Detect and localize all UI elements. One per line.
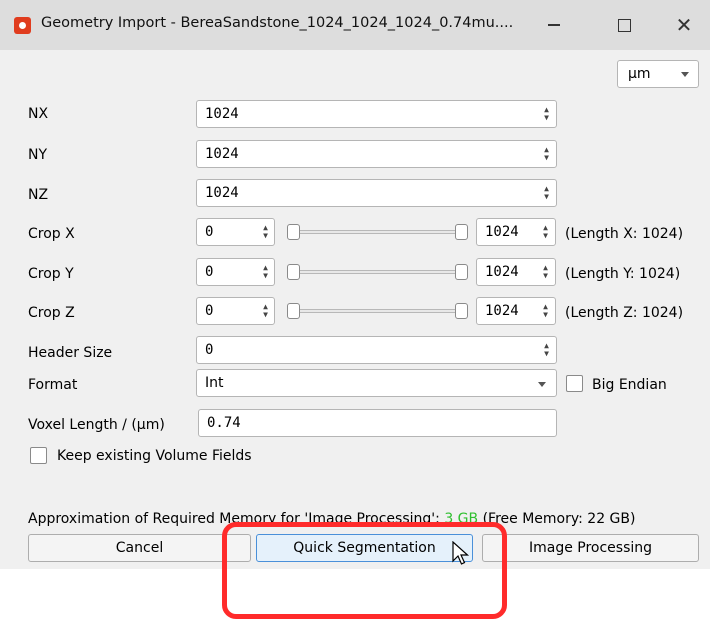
slider-min-handle[interactable] [287, 224, 300, 240]
crop-x-length: (Length X: 1024) [565, 226, 684, 242]
voxel-length-value: 0.74 [207, 415, 241, 431]
slider-groove [293, 270, 462, 274]
crop-x-start-field[interactable]: 0 ▲ ▼ [196, 218, 275, 246]
spinner-arrows-icon[interactable]: ▲ ▼ [537, 101, 556, 127]
memory-estimate: Approximation of Required Memory for 'Im… [28, 511, 635, 527]
spinner-arrows-icon[interactable]: ▲ ▼ [257, 259, 274, 285]
voxel-length-label: Voxel Length / (µm) [28, 417, 165, 433]
dialog-body: µm NX 1024 ▲ ▼ NY 1024 ▲ ▼ NZ 1024 ▲ ▼ Crop… [0, 50, 710, 619]
slider-groove [293, 309, 462, 313]
crop-y-length: (Length Y: 1024) [565, 266, 681, 282]
window-title: Geometry Import - BereaSandstone_1024_10… [41, 15, 514, 31]
spinner-arrows-icon[interactable]: ▲ ▼ [537, 337, 556, 363]
crop-x-end-field[interactable]: 1024 ▲ ▼ [476, 218, 556, 246]
crop-z-end-value: 1024 [485, 303, 519, 319]
ny-value: 1024 [205, 146, 239, 162]
nx-field[interactable]: 1024 ▲ ▼ [196, 100, 557, 128]
nx-value: 1024 [205, 106, 239, 122]
memory-required: 3 GB [444, 511, 479, 527]
close-icon[interactable]: ✕ [660, 0, 708, 50]
app-logo-icon [14, 17, 31, 34]
crop-z-label: Crop Z [28, 305, 75, 321]
crop-y-label: Crop Y [28, 266, 74, 282]
spinner-arrows-icon[interactable]: ▲ ▼ [257, 219, 274, 245]
ny-label: NY [28, 147, 48, 163]
spinner-arrows-icon[interactable]: ▲ ▼ [536, 298, 555, 324]
minimize-icon[interactable] [530, 0, 578, 50]
memory-free: (Free Memory: 22 GB) [478, 511, 636, 527]
ny-field[interactable]: 1024 ▲ ▼ [196, 140, 557, 168]
unit-selector-value: µm [628, 66, 651, 82]
quick-segmentation-button[interactable]: Quick Segmentation [256, 534, 473, 562]
crop-x-label: Crop X [28, 226, 75, 242]
crop-x-end-value: 1024 [485, 224, 519, 240]
crop-y-start-value: 0 [205, 264, 214, 280]
slider-min-handle[interactable] [287, 264, 300, 280]
unit-selector[interactable]: µm [617, 60, 699, 88]
format-select[interactable]: Int [196, 369, 557, 397]
slider-min-handle[interactable] [287, 303, 300, 319]
big-endian-checkbox[interactable] [566, 375, 583, 392]
mouse-pointer-icon [452, 541, 470, 565]
image-processing-button[interactable]: Image Processing [482, 534, 699, 562]
memory-prefix: Approximation of Required Memory for 'Im… [28, 511, 445, 527]
cancel-button[interactable]: Cancel [28, 534, 251, 562]
slider-max-handle[interactable] [455, 303, 468, 319]
crop-y-start-field[interactable]: 0 ▲ ▼ [196, 258, 275, 286]
title-bar: Geometry Import - BereaSandstone_1024_10… [0, 0, 710, 50]
crop-x-range-slider[interactable] [287, 222, 468, 242]
crop-z-start-field[interactable]: 0 ▲ ▼ [196, 297, 275, 325]
crop-z-length: (Length Z: 1024) [565, 305, 684, 321]
crop-y-end-value: 1024 [485, 264, 519, 280]
header-size-field[interactable]: 0 ▲ ▼ [196, 336, 557, 364]
spinner-arrows-icon[interactable]: ▲ ▼ [537, 141, 556, 167]
slider-max-handle[interactable] [455, 224, 468, 240]
nz-value: 1024 [205, 185, 239, 201]
chevron-down-icon [681, 72, 689, 77]
header-size-value: 0 [205, 342, 214, 358]
format-label: Format [28, 377, 78, 393]
spinner-arrows-icon[interactable]: ▲ ▼ [537, 180, 556, 206]
format-value: Int [205, 375, 224, 391]
header-size-label: Header Size [28, 345, 113, 361]
slider-max-handle[interactable] [455, 264, 468, 280]
crop-y-range-slider[interactable] [287, 262, 468, 282]
maximize-icon[interactable] [600, 0, 648, 50]
spinner-arrows-icon[interactable]: ▲ ▼ [536, 259, 555, 285]
crop-x-start-value: 0 [205, 224, 214, 240]
crop-y-end-field[interactable]: 1024 ▲ ▼ [476, 258, 556, 286]
chevron-down-icon [538, 382, 546, 387]
spinner-arrows-icon[interactable]: ▲ ▼ [257, 298, 274, 324]
nx-label: NX [28, 106, 49, 122]
slider-groove [293, 230, 462, 234]
voxel-length-field[interactable]: 0.74 [198, 409, 557, 437]
nz-label: NZ [28, 187, 49, 203]
crop-z-range-slider[interactable] [287, 301, 468, 321]
nz-field[interactable]: 1024 ▲ ▼ [196, 179, 557, 207]
crop-z-end-field[interactable]: 1024 ▲ ▼ [476, 297, 556, 325]
keep-fields-checkbox[interactable] [30, 447, 47, 464]
big-endian-label: Big Endian [592, 377, 667, 393]
crop-z-start-value: 0 [205, 303, 214, 319]
keep-fields-label: Keep existing Volume Fields [57, 448, 252, 464]
spinner-arrows-icon[interactable]: ▲ ▼ [536, 219, 555, 245]
